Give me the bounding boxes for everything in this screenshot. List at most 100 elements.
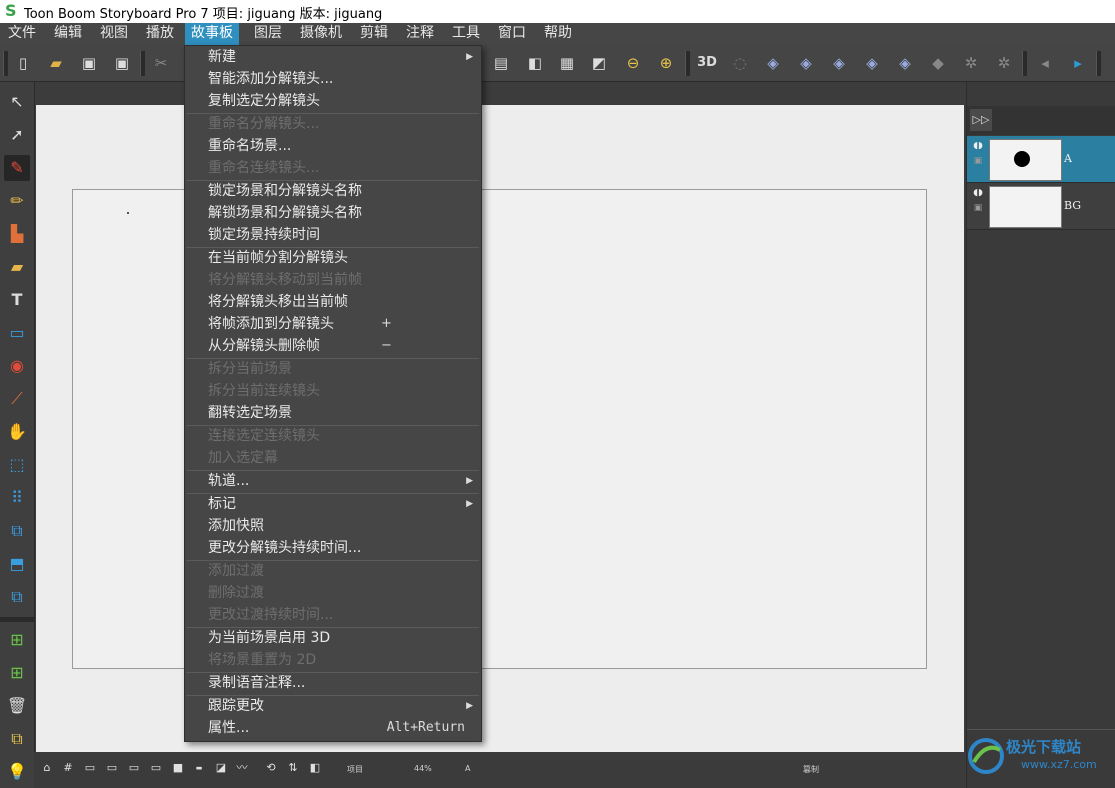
menu-storyboard[interactable]: 故事板 [185, 23, 239, 45]
mask-icon[interactable]: ■ [171, 761, 185, 775]
aspect-icon[interactable]: ▭ [149, 761, 163, 775]
text-tool-icon[interactable]: T [4, 287, 30, 313]
add-panel-icon[interactable]: ◈ [762, 52, 784, 74]
menu-item-reset-2d[interactable]: 将场景重置为 2D [185, 649, 481, 671]
save-as-icon[interactable]: ▣ [111, 52, 133, 74]
menu-item-tracks[interactable]: 轨道... ▶ [185, 470, 481, 492]
timecode-icon[interactable]: ▬ [192, 761, 206, 775]
visibility-icon[interactable]: ◖◗ [972, 140, 984, 152]
menu-item-move-panel[interactable]: 将分解镜头移动到当前帧 [185, 269, 481, 291]
menu-play[interactable]: 播放 [140, 23, 180, 45]
rectangle-tool-icon[interactable]: ▭ [4, 320, 30, 346]
expand-panel-icon[interactable]: ▷▷ [970, 109, 992, 131]
cutter-tool-icon[interactable]: ⬚ [4, 452, 30, 478]
zoom-out-icon[interactable]: ⊖ [622, 52, 644, 74]
pencil-tool-icon[interactable]: ✏ [4, 188, 30, 214]
menu-item-unlock-names[interactable]: 解锁场景和分解镜头名称 [185, 202, 481, 224]
open-folder-icon[interactable]: ▰ [45, 52, 67, 74]
menu-annotation[interactable]: 注释 [400, 23, 440, 45]
menu-item-move-out-panel[interactable]: 将分解镜头移出当前帧 [185, 291, 481, 313]
menu-item-markers[interactable]: 标记 ▶ [185, 493, 481, 515]
rotate-icon[interactable]: ⟲ [264, 761, 278, 775]
cut-icon[interactable]: ✂ [150, 52, 172, 74]
add-scene-icon[interactable]: ◈ [861, 52, 883, 74]
dropper-tool-icon[interactable]: ⟋ [4, 386, 30, 412]
menu-file[interactable]: 文件 [2, 23, 42, 45]
menu-item-split-scene[interactable]: 拆分当前场景 [185, 358, 481, 380]
menu-view[interactable]: 视图 [94, 23, 134, 45]
layer-row[interactable]: ◖◗ ▣ BG [967, 183, 1115, 230]
lightbulb-icon[interactable]: 💡 [4, 759, 30, 785]
menu-item-join-sequences[interactable]: 连接选定连续镜头 [185, 425, 481, 447]
menu-item-rename-scene[interactable]: 重命名场景... [185, 135, 481, 157]
camera-icon[interactable]: ◆ [927, 52, 949, 74]
lock-icon[interactable]: ▣ [972, 202, 984, 214]
menu-item-add-snapshot[interactable]: 添加快照 [185, 515, 481, 537]
save-icon[interactable]: ▣ [78, 52, 100, 74]
contour-tool-icon[interactable]: ⠿ [4, 485, 30, 511]
reset-view-icon[interactable]: ◧ [308, 761, 322, 775]
layer-row[interactable]: ◖◗ ▣ A [967, 136, 1115, 183]
3d-off-icon[interactable]: ◌ [729, 52, 751, 74]
menu-item-delete-transition[interactable]: 删除过渡 [185, 582, 481, 604]
menu-item-record-voice[interactable]: 录制语音注释... [185, 672, 481, 694]
menu-item-rename-panel[interactable]: 重命名分解镜头... [185, 113, 481, 135]
new-scene-icon[interactable]: ⊞ [4, 660, 30, 686]
layer-transform-icon[interactable]: ⧉ [4, 518, 30, 544]
menu-item-lock-names[interactable]: 锁定场景和分解镜头名称 [185, 180, 481, 202]
curve-icon[interactable]: 〰 [235, 761, 249, 775]
menu-item-split-sequence[interactable]: 拆分当前连续镜头 [185, 380, 481, 402]
menu-item-enable-3d[interactable]: 为当前场景启用 3D [185, 627, 481, 649]
layout-icon[interactable]: ▤ [490, 52, 512, 74]
menu-window[interactable]: 窗口 [492, 23, 532, 45]
stamp-tool-icon[interactable]: ▙ [4, 221, 30, 247]
stage-view[interactable] [36, 105, 964, 752]
toolbar-grip[interactable] [3, 51, 8, 76]
safe-area-icon[interactable]: ▭ [83, 761, 97, 775]
menu-item-flip-scene[interactable]: 翻转选定场景 [185, 402, 481, 424]
eraser-tool-icon[interactable]: ▰ [4, 254, 30, 280]
menu-item-add-frame[interactable]: 将帧添加到分解镜头 + [185, 313, 481, 335]
menu-camera[interactable]: 摄像机 [294, 23, 348, 45]
prev-icon[interactable]: ◂ [1034, 52, 1056, 74]
home-icon[interactable]: ⌂ [40, 761, 54, 775]
camera-off-icon[interactable]: ✲ [960, 52, 982, 74]
menu-item-duplicate-panel[interactable]: 复制选定分解镜头 [185, 90, 481, 112]
menu-item-join-acts[interactable]: 加入选定幕 [185, 447, 481, 469]
grid-toggle-icon[interactable]: # [61, 761, 75, 775]
menu-item-smart-add-panel[interactable]: 智能添加分解镜头... [185, 68, 481, 90]
panel-view-icon[interactable]: ◧ [524, 52, 546, 74]
visibility-icon[interactable]: ◖◗ [972, 187, 984, 199]
trash-icon[interactable]: 🗑 [4, 693, 30, 719]
menu-item-rename-sequence[interactable]: 重命名连续镜头... [185, 157, 481, 179]
new-file-icon[interactable]: ▯ [12, 52, 34, 74]
menu-item-remove-frame[interactable]: 从分解镜头删除帧 − [185, 335, 481, 357]
3d-icon[interactable]: 3D [696, 52, 718, 74]
grid-icon[interactable]: ▦ [556, 52, 578, 74]
menu-item-properties[interactable]: 属性... Alt+Return [185, 717, 481, 739]
transform-tool-icon[interactable]: ➚ [4, 122, 30, 148]
copy-panel-icon[interactable]: ◈ [828, 52, 850, 74]
duplicate-panel-icon[interactable]: ◈ [795, 52, 817, 74]
brush-tool-icon[interactable]: ✎ [4, 155, 30, 181]
clipboard-icon[interactable]: ⧉ [4, 726, 30, 752]
thumbnail-icon[interactable]: ◩ [588, 52, 610, 74]
copy-panel-tool-icon[interactable]: ⧉ [4, 584, 30, 610]
zoom-in-icon[interactable]: ⊕ [655, 52, 677, 74]
menu-item-change-duration[interactable]: 更改分解镜头持续时间... [185, 537, 481, 559]
menu-tools[interactable]: 工具 [446, 23, 486, 45]
menu-item-lock-duration[interactable]: 锁定场景持续时间 [185, 224, 481, 246]
menu-cut[interactable]: 剪辑 [354, 23, 394, 45]
paint-bucket-icon[interactable]: ◉ [4, 353, 30, 379]
menu-item-new[interactable]: 新建 ▶ [185, 46, 481, 68]
scene-properties-icon[interactable]: ◈ [894, 52, 916, 74]
frame-icon[interactable]: ▭ [105, 761, 119, 775]
select-tool-icon[interactable]: ↖ [4, 89, 30, 115]
field-icon[interactable]: ▭ [127, 761, 141, 775]
menu-help[interactable]: 帮助 [538, 23, 578, 45]
menu-layer[interactable]: 图层 [248, 23, 288, 45]
camera-reset-icon[interactable]: ✲ [993, 52, 1015, 74]
menu-item-split-panel[interactable]: 在当前帧分割分解镜头 [185, 247, 481, 269]
lock-icon[interactable]: ▣ [972, 155, 984, 167]
camera-tool-icon[interactable]: ⬒ [4, 551, 30, 577]
